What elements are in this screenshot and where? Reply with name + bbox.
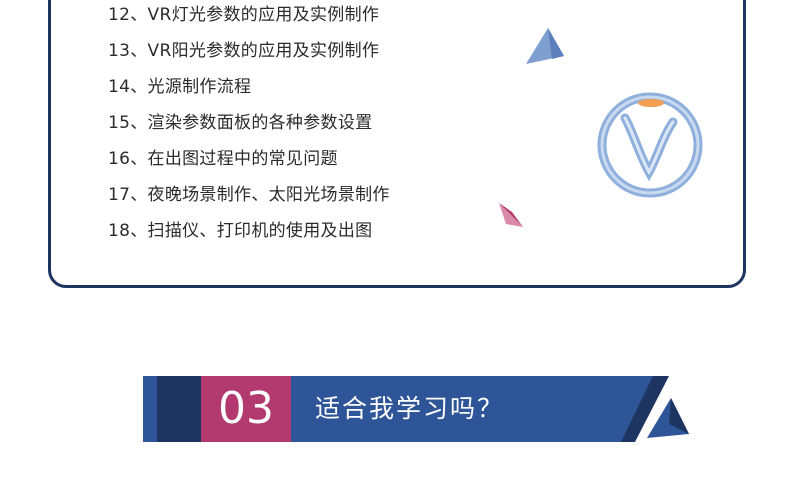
course-list: 12、VR灯光参数的应用及实例制作 13、VR阳光参数的应用及实例制作 14、光…: [108, 3, 390, 255]
list-item: 13、VR阳光参数的应用及实例制作: [108, 41, 380, 61]
section-banner: 03 适合我学习吗？: [143, 376, 693, 442]
list-item: 15、渲染参数面板的各种参数设置: [108, 113, 373, 133]
list-item: 12、VR灯光参数的应用及实例制作: [108, 5, 380, 25]
section-title: 适合我学习吗？: [315, 394, 505, 423]
vray-logo-icon: [597, 92, 703, 198]
list-item: 14、光源制作流程: [108, 77, 252, 97]
list-item: 17、夜晚场景制作、太阳光场景制作: [108, 185, 390, 205]
list-item: 16、在出图过程中的常见问题: [108, 149, 338, 169]
list-item: 18、扫描仪、打印机的使用及出图: [108, 221, 373, 241]
section-number: 03: [218, 383, 274, 434]
triangle-decor-icon: [499, 203, 523, 227]
triangle-decor-icon: [526, 28, 564, 64]
